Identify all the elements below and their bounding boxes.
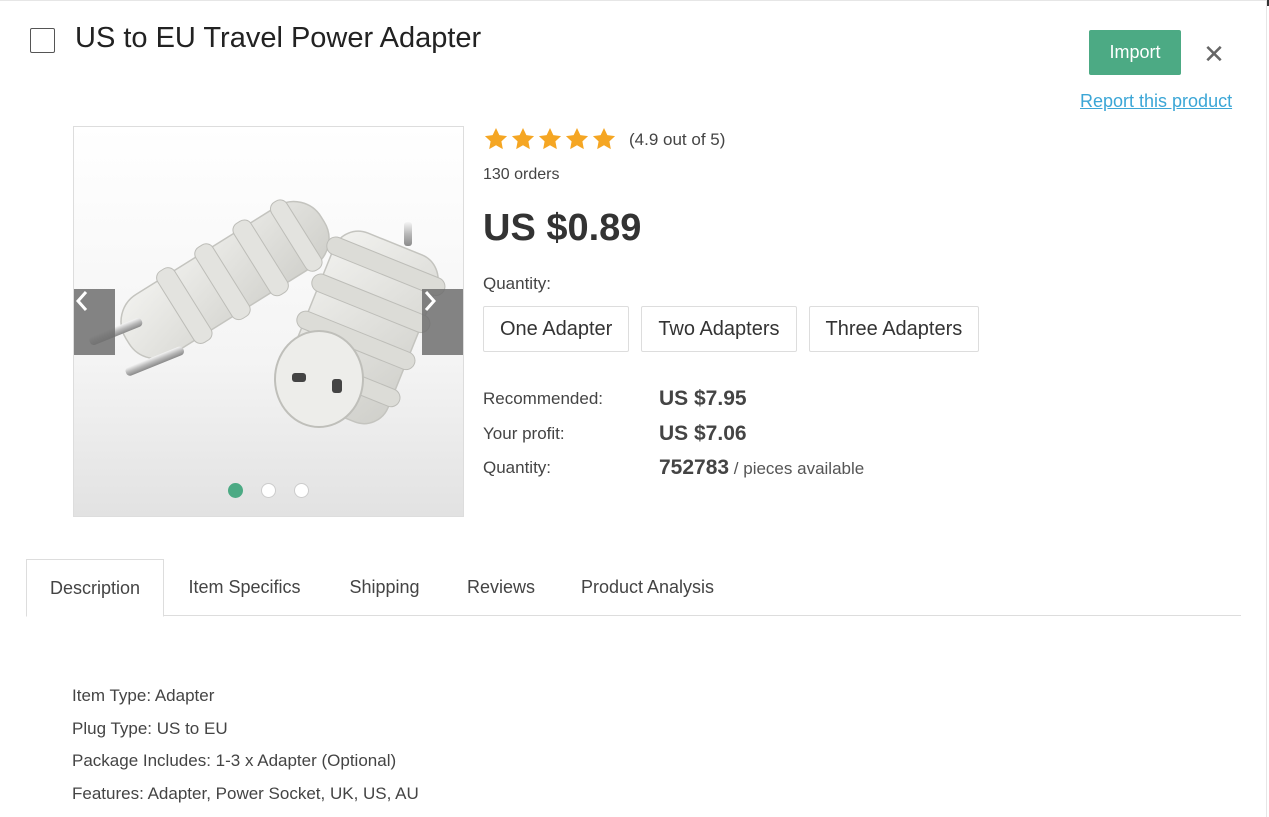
recommended-label: Recommended:	[483, 389, 604, 408]
chevron-right-icon	[424, 291, 437, 311]
close-icon[interactable]: ✕	[1202, 40, 1226, 70]
gallery-dot-2[interactable]	[261, 483, 276, 498]
description-line: Item Type: Adapter	[72, 686, 215, 705]
product-tabs: Description Item Specifics Shipping Revi…	[26, 559, 1241, 617]
star-icon	[592, 127, 616, 150]
stock-quantity-label: Quantity:	[483, 458, 552, 477]
product-image	[89, 199, 446, 428]
star-icon	[538, 127, 562, 150]
description-content: Item Type: Adapter Plug Type: US to EU P…	[72, 680, 419, 810]
rating-stars	[483, 126, 617, 152]
stock-quantity-value: 752783	[659, 456, 730, 479]
stock-quantity: 752783 / pieces available	[659, 456, 864, 480]
star-icon	[565, 127, 589, 150]
gallery-next-button[interactable]	[422, 289, 463, 355]
option-three-adapters[interactable]: Three Adapters	[808, 306, 980, 352]
option-one-adapter[interactable]: One Adapter	[483, 306, 630, 352]
gallery-dot-3[interactable]	[294, 483, 309, 498]
quantity-label: Quantity:	[483, 274, 552, 293]
order-count: 130 orders	[483, 166, 560, 183]
tab-description[interactable]: Description	[26, 559, 164, 617]
description-line: Features: Adapter, Power Socket, UK, US,…	[72, 783, 419, 803]
profit-value: US $7.06	[659, 422, 747, 445]
rating-text: (4.9 out of 5)	[629, 130, 726, 149]
recommended-value: US $7.95	[659, 387, 747, 410]
product-image-gallery	[73, 126, 464, 517]
gallery-pagination	[74, 483, 463, 498]
description-line: Package Includes: 1-3 x Adapter (Optiona…	[72, 751, 397, 770]
stock-quantity-suffix: / pieces available	[729, 459, 865, 478]
select-product-checkbox[interactable]	[30, 28, 55, 53]
option-two-adapters[interactable]: Two Adapters	[641, 306, 797, 352]
tab-reviews[interactable]: Reviews	[456, 559, 546, 616]
chevron-left-icon	[75, 291, 88, 311]
product-title: US to EU Travel Power Adapter	[75, 22, 482, 54]
frame-top-border	[0, 0, 1269, 1]
tab-product-analysis[interactable]: Product Analysis	[569, 559, 726, 616]
tab-item-specifics[interactable]: Item Specifics	[176, 559, 313, 616]
tab-shipping[interactable]: Shipping	[336, 559, 433, 616]
gallery-prev-button[interactable]	[74, 289, 115, 355]
description-line: Plug Type: US to EU	[72, 718, 228, 738]
gallery-dot-1[interactable]	[228, 483, 243, 498]
report-product-link[interactable]: Report this product	[1080, 91, 1232, 112]
profit-label: Your profit:	[483, 424, 565, 443]
star-icon	[511, 127, 535, 150]
quantity-options: One Adapter Two Adapters Three Adapters	[483, 306, 980, 352]
import-button[interactable]: Import	[1089, 30, 1181, 75]
star-icon	[484, 127, 508, 150]
frame-right-border	[1266, 0, 1267, 817]
product-price: US $0.89	[483, 207, 642, 249]
